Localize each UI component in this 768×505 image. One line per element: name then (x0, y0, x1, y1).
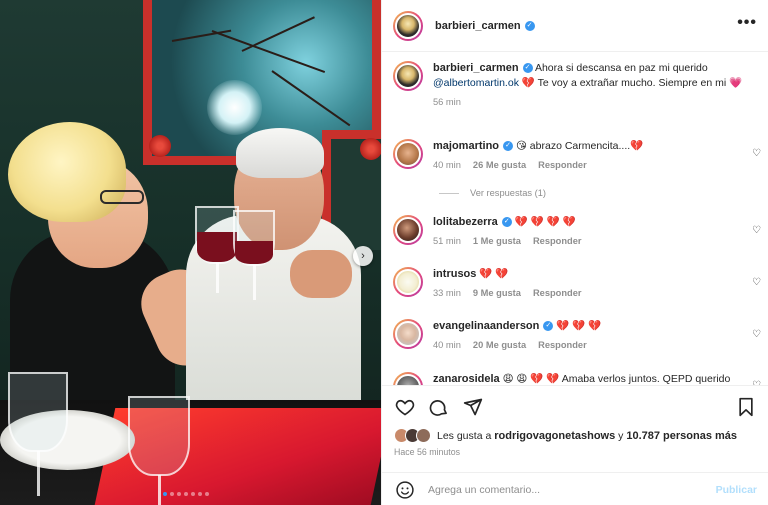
comment-text: 💔 💔 (479, 268, 509, 280)
comment-like-heart-icon[interactable]: ♡ (752, 225, 761, 236)
comment-like-heart-icon[interactable]: ♡ (752, 277, 761, 288)
caption-text: Ahora si descansa en paz mi querido (534, 62, 708, 74)
carousel-dot (177, 492, 181, 496)
comment-item: zanarosidela 😩 😩 💔 💔 Amaba verlos juntos… (393, 372, 751, 385)
comment-icon[interactable] (428, 396, 450, 418)
comment-text: 💔 💔 💔 💔 (514, 216, 576, 228)
likes-count[interactable]: 10.787 personas más (626, 430, 737, 442)
post-actions: Les gusta a rodrigovagonetashows y 10.78… (382, 385, 768, 505)
likes-prefix: Les gusta a (437, 429, 492, 442)
commenter-avatar[interactable] (393, 372, 423, 385)
likes-summary[interactable]: Les gusta a rodrigovagonetashows y 10.78… (394, 428, 737, 443)
woman-hair (8, 122, 126, 222)
comment-item: intrusos 💔 💔 33 min 9 Me gusta Responder (393, 267, 751, 301)
commenter-username[interactable]: evangelinaanderson (433, 320, 539, 332)
comment-item: lolitabezerra ✓ 💔 💔 💔 💔 51 min 1 Me gusta… (393, 215, 751, 249)
comment-text: 😩 😩 💔 💔 Amaba verlos juntos. QEPD querid… (502, 373, 731, 385)
author-avatar[interactable] (393, 10, 423, 41)
verified-badge-icon: ✓ (503, 141, 514, 152)
reply-button[interactable]: Responder (538, 338, 587, 353)
heart-icon[interactable] (394, 396, 416, 418)
wine-glass (233, 210, 275, 266)
share-icon[interactable] (462, 396, 484, 418)
carousel-dot (163, 492, 167, 496)
comment-likes-link[interactable]: 1 Me gusta (473, 234, 521, 249)
commenter-username[interactable]: lolitabezerra (433, 216, 498, 228)
glasses (100, 190, 144, 204)
verified-badge-icon: ✓ (522, 63, 533, 74)
view-replies-button[interactable]: Ver respuestas (1) (439, 188, 546, 198)
post-photo[interactable]: › (0, 0, 381, 505)
carousel-dot (205, 492, 209, 496)
comment-composer: Publicar (382, 472, 768, 505)
comment-time: 51 min (433, 236, 461, 246)
comment-time: 33 min (433, 288, 461, 298)
liker-avatars (394, 428, 431, 443)
commenter-avatar[interactable] (393, 319, 423, 349)
verified-badge-icon: ✓ (524, 20, 535, 31)
bookmark-icon[interactable] (735, 396, 757, 418)
commenter-username[interactable]: intrusos (433, 268, 476, 280)
comment-text: 😘 abrazo Carmencita....💔 (515, 140, 644, 152)
carousel-next-button[interactable]: › (353, 246, 373, 266)
emoji-icon[interactable] (394, 479, 416, 501)
post-timestamp: Hace 56 minutos (394, 447, 461, 457)
commenter-avatar[interactable] (393, 139, 423, 169)
comments-list[interactable]: barbieri_carmen ✓ Ahora si descansa en pa… (382, 52, 768, 385)
comment-likes-link[interactable]: 26 Me gusta (473, 158, 526, 173)
caption-time: 56 min (433, 97, 461, 107)
publish-button[interactable]: Publicar (716, 484, 757, 496)
carousel-dot (184, 492, 188, 496)
comment-likes-link[interactable]: 9 Me gusta (473, 286, 521, 301)
comment-time: 40 min (433, 340, 461, 350)
commenter-avatar[interactable] (393, 267, 423, 297)
comment-item: evangelinaanderson ✓ 💔 💔 💔 40 min 20 Me g… (393, 319, 751, 353)
caption-text-rest: 💔 Te voy a extrañar mucho. Siempre en mi… (521, 77, 743, 89)
more-options-icon[interactable]: ••• (737, 14, 757, 32)
decor-flower (360, 138, 381, 160)
reply-button[interactable]: Responder (533, 286, 582, 301)
view-replies-label: Ver respuestas (1) (470, 188, 546, 198)
man-hair (236, 128, 324, 178)
comment-like-heart-icon[interactable]: ♡ (752, 329, 761, 340)
chevron-right-icon: › (361, 250, 365, 262)
commenter-username[interactable]: zanarosidela (433, 373, 500, 385)
carousel-indicator (163, 492, 209, 496)
carousel-dot (191, 492, 195, 496)
comment-item: majomartino ✓ 😘 abrazo Carmencita....💔 40… (393, 139, 751, 173)
liker-username[interactable]: rodrigovagonetashows (494, 430, 615, 442)
carousel-dot (198, 492, 202, 496)
author-username[interactable]: barbieri_carmen (435, 20, 521, 32)
caption-mention-link[interactable]: @albertomartin.ok (433, 77, 519, 89)
reply-button[interactable]: Responder (533, 234, 582, 249)
commenter-avatar[interactable] (393, 215, 423, 245)
comment-input[interactable] (428, 483, 716, 496)
comment-like-heart-icon[interactable]: ♡ (752, 148, 761, 159)
post-sidebar: barbieri_carmen ✓ ••• barbieri_carmen ✓ A… (381, 0, 768, 505)
verified-badge-icon: ✓ (543, 321, 554, 332)
verified-badge-icon: ✓ (501, 217, 512, 228)
comment-time: 40 min (433, 160, 461, 170)
decor-flower (149, 135, 171, 157)
post-header: barbieri_carmen ✓ ••• (382, 0, 768, 52)
liker-avatar (416, 428, 431, 443)
wine-glass (128, 396, 190, 476)
reply-button[interactable]: Responder (538, 158, 587, 173)
man-hand (290, 250, 352, 298)
comment-text: 💔 💔 💔 (556, 320, 602, 332)
glass-stem (158, 475, 161, 505)
glass-stem (216, 263, 219, 293)
glass-stem (253, 265, 256, 300)
author-avatar[interactable] (393, 61, 423, 91)
commenter-username[interactable]: majomartino (433, 140, 499, 152)
carousel-dot (170, 492, 174, 496)
post-caption: barbieri_carmen ✓ Ahora si descansa en pa… (393, 61, 751, 110)
comment-likes-link[interactable]: 20 Me gusta (473, 338, 526, 353)
glass-stem (37, 451, 40, 496)
caption-username[interactable]: barbieri_carmen (433, 62, 519, 74)
likes-middle: y (618, 429, 624, 442)
replies-divider (439, 192, 459, 194)
wine-glass (8, 372, 68, 452)
